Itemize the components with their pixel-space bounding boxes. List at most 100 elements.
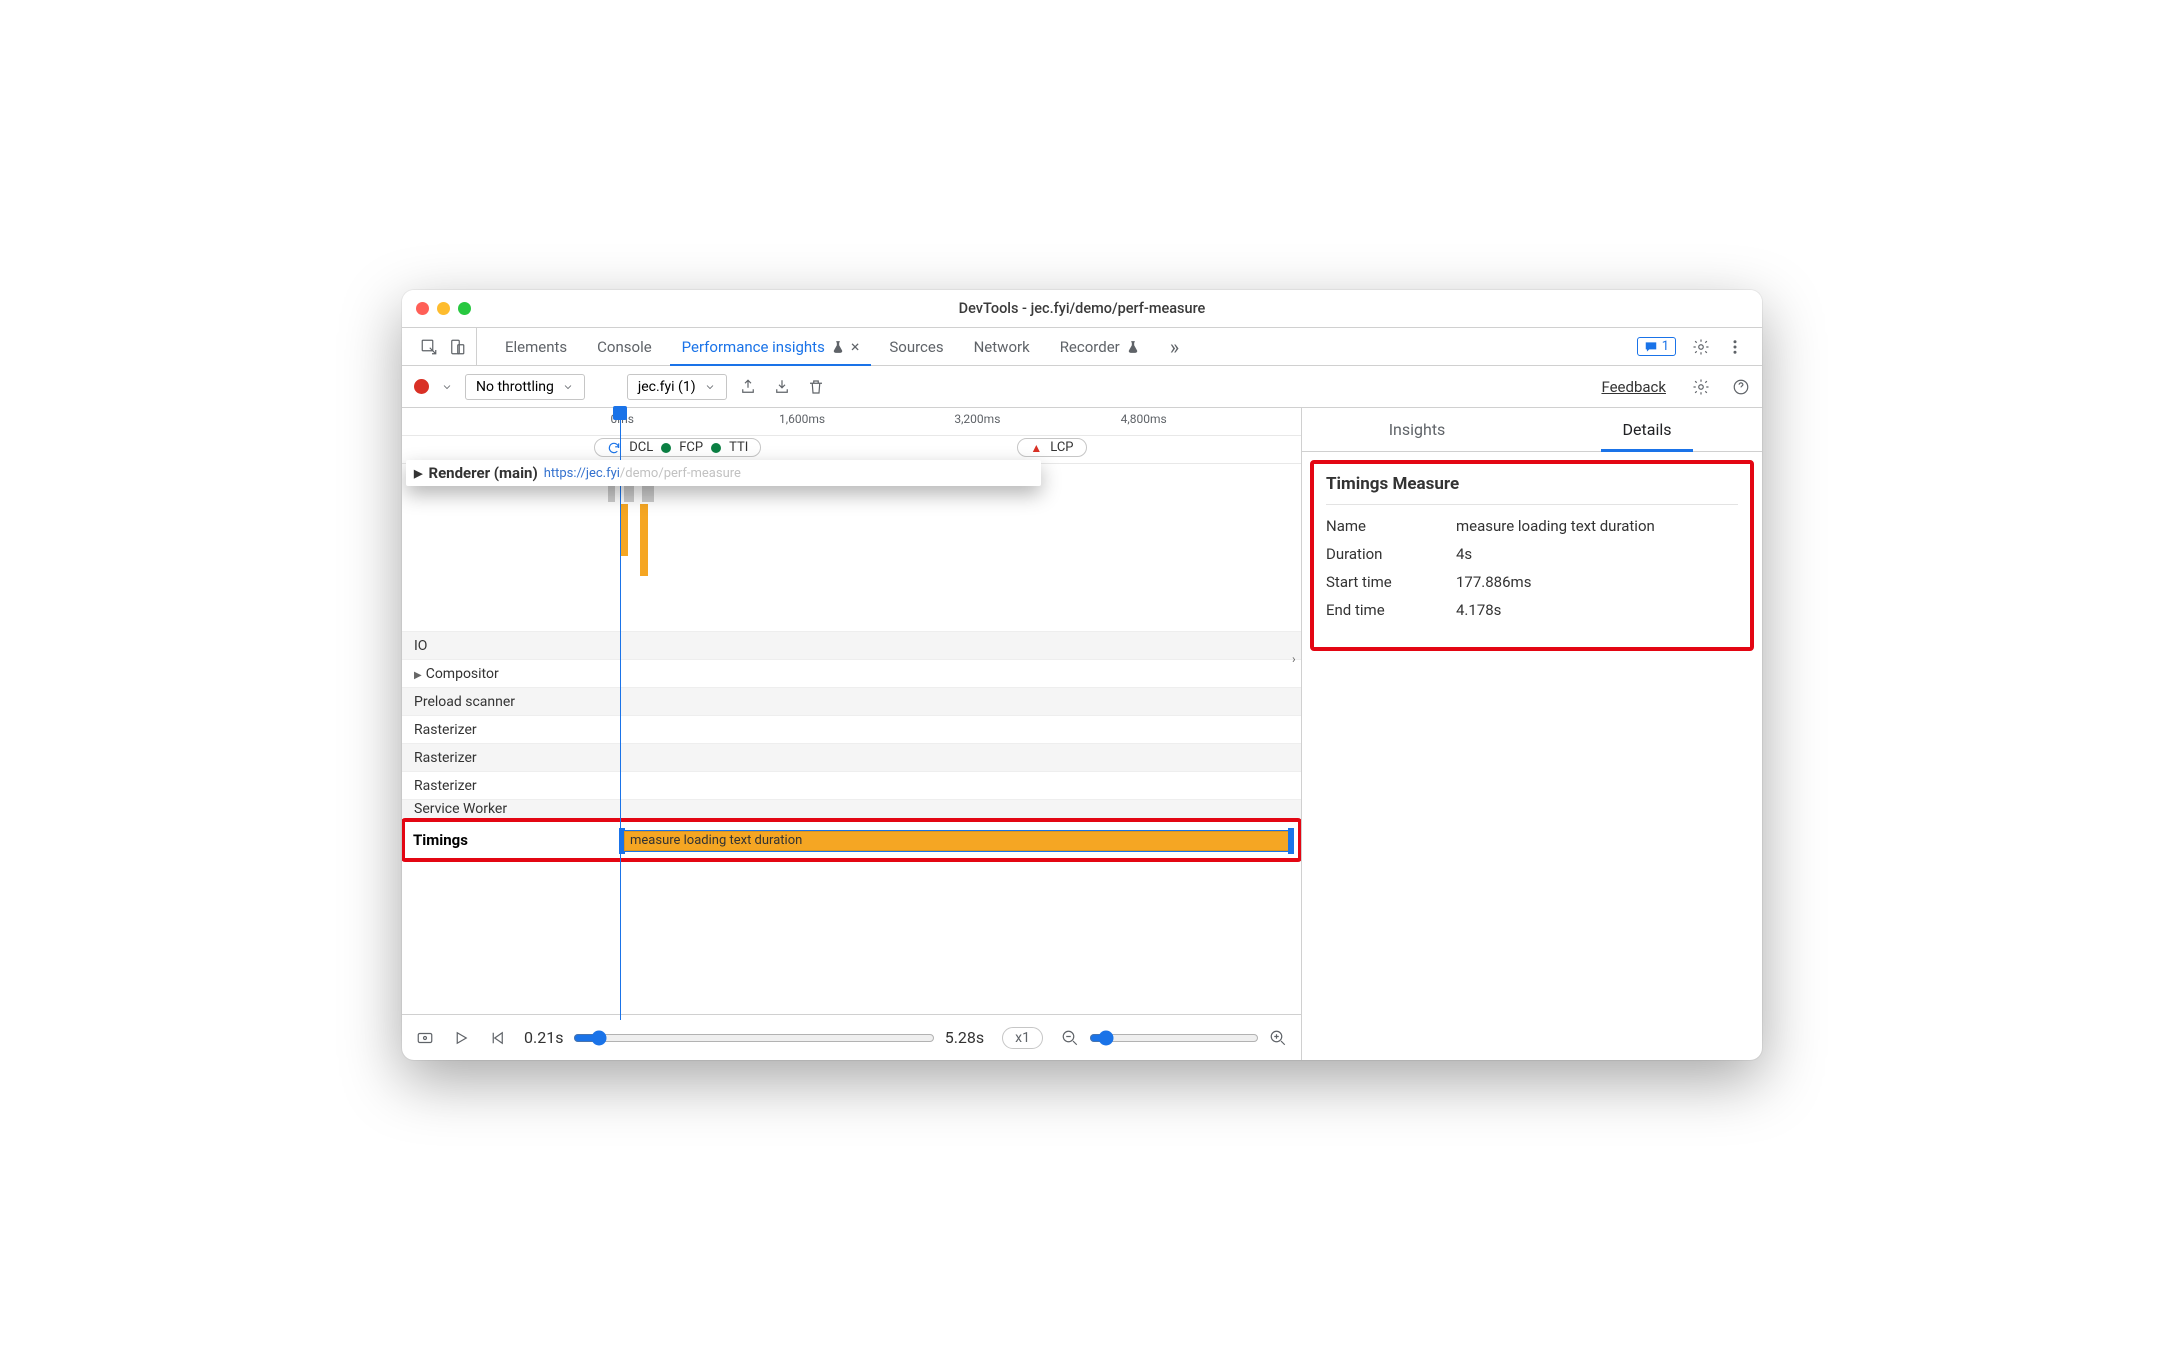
track-preload-scanner[interactable]: Preload scanner [402, 688, 1301, 716]
tab-sources[interactable]: Sources [877, 328, 955, 365]
zoom-window-button[interactable] [458, 302, 471, 315]
collapse-pane-icon[interactable]: › [1292, 652, 1296, 666]
track-label: Preload scanner [402, 694, 602, 710]
record-button[interactable] [414, 379, 429, 394]
detail-value: 4s [1456, 545, 1472, 563]
playback-speed[interactable]: x1 [1002, 1027, 1043, 1049]
chevron-down-icon [704, 381, 716, 393]
detail-row: Duration 4s [1326, 545, 1738, 563]
tab-insights[interactable]: Insights [1302, 408, 1532, 451]
tab-console[interactable]: Console [585, 328, 664, 365]
tabs-overflow[interactable]: » [1158, 328, 1191, 365]
minimize-window-button[interactable] [437, 302, 450, 315]
dot-icon [711, 443, 721, 453]
screenshot-toggle-icon[interactable] [416, 1029, 434, 1047]
detail-key: Name [1326, 517, 1456, 535]
delete-icon[interactable] [807, 378, 825, 396]
time-ruler[interactable]: 0ms 1,600ms 3,200ms 4,800ms [402, 408, 1301, 436]
ruler-tick: 1,600ms [779, 412, 825, 426]
ruler-tick: 4,800ms [1121, 412, 1167, 426]
flask-icon [831, 340, 845, 354]
zoom-out-icon[interactable] [1061, 1029, 1079, 1047]
tracks[interactable]: Main IO ▶Compositor Preload s [402, 464, 1301, 1014]
tab-network[interactable]: Network [962, 328, 1042, 365]
panel-tabs: Elements Console Performance insights × … [402, 328, 1762, 366]
feedback-link[interactable]: Feedback [1601, 378, 1666, 396]
chevron-down-icon [562, 381, 574, 393]
tab-label: Performance insights [682, 338, 825, 356]
timings-measure-bar[interactable]: measure loading text duration [623, 830, 1290, 852]
detail-key: Start time [1326, 573, 1456, 591]
details-box: Timings Measure Name measure loading tex… [1310, 460, 1754, 651]
flask-icon [1126, 340, 1140, 354]
devtools-window: DevTools - jec.fyi/demo/perf-measure Ele… [402, 290, 1762, 1060]
titlebar: DevTools - jec.fyi/demo/perf-measure [402, 290, 1762, 328]
details-pane: Insights Details › Timings Measure Name … [1302, 408, 1762, 1060]
tab-label: Sources [889, 338, 943, 356]
playhead-handle[interactable] [613, 406, 627, 420]
skip-to-start-icon[interactable] [488, 1029, 506, 1047]
detail-row: Name measure loading text duration [1326, 517, 1738, 535]
range-input[interactable] [573, 1030, 934, 1046]
flame-bar[interactable] [620, 504, 628, 556]
renderer-url: https://jec.fyi/demo/perf-measure [544, 466, 741, 481]
message-icon [1644, 340, 1658, 354]
dock-controls [410, 328, 477, 365]
main-area: 0ms 1,600ms 3,200ms 4,800ms DCL FCP TTI … [402, 408, 1762, 1060]
tab-label: Network [974, 338, 1030, 356]
tab-performance-insights[interactable]: Performance insights × [670, 328, 872, 365]
import-icon[interactable] [773, 378, 791, 396]
settings-icon[interactable] [1692, 338, 1710, 356]
track-compositor[interactable]: ▶Compositor [402, 660, 1301, 688]
window-title: DevTools - jec.fyi/demo/perf-measure [402, 300, 1762, 317]
measure-end-handle[interactable] [1288, 828, 1294, 854]
details-tabs: Insights Details [1302, 408, 1762, 452]
metric-label: TTI [729, 440, 748, 455]
detail-row: End time 4.178s [1326, 601, 1738, 619]
track-io[interactable]: IO [402, 632, 1301, 660]
track-canvas[interactable] [602, 464, 1301, 631]
track-label: Rasterizer [402, 778, 602, 794]
kebab-menu-icon[interactable] [1726, 338, 1744, 356]
tab-elements[interactable]: Elements [493, 328, 579, 365]
zoom-slider[interactable] [1089, 1030, 1259, 1046]
tab-label: Console [597, 338, 652, 356]
metric-pill-lcp[interactable]: ▲ LCP [1017, 438, 1086, 457]
issues-count: 1 [1662, 339, 1669, 354]
ruler-tick: 3,200ms [954, 412, 1000, 426]
track-timings[interactable]: Timings measure loading text duration [402, 818, 1301, 862]
tabs-right-icons: 1 [1637, 337, 1754, 356]
insights-toolbar: No throttling jec.fyi (1) Feedback [402, 366, 1762, 408]
track-service-worker[interactable]: Service Worker [402, 800, 1301, 818]
issues-badge[interactable]: 1 [1637, 337, 1676, 356]
inspect-element-icon[interactable] [420, 338, 438, 356]
zoom-controls [1061, 1029, 1287, 1047]
close-window-button[interactable] [416, 302, 429, 315]
device-toggle-icon[interactable] [448, 338, 466, 356]
play-icon[interactable] [452, 1029, 470, 1047]
flame-bar[interactable] [640, 504, 648, 576]
time-range-slider[interactable]: 0.21s 5.28s [524, 1028, 984, 1047]
record-menu-chevron-icon[interactable] [441, 381, 453, 393]
metric-label: FCP [679, 440, 703, 455]
capture-select[interactable]: jec.fyi (1) [627, 374, 727, 400]
export-icon[interactable] [739, 378, 757, 396]
track-rasterizer[interactable]: Rasterizer [402, 744, 1301, 772]
zoom-in-icon[interactable] [1269, 1029, 1287, 1047]
tab-details[interactable]: Details [1532, 408, 1762, 451]
track-rasterizer[interactable]: Rasterizer [402, 716, 1301, 744]
track-label: Timings [405, 831, 605, 849]
detail-value: 177.886ms [1456, 573, 1531, 591]
timeline-pane[interactable]: 0ms 1,600ms 3,200ms 4,800ms DCL FCP TTI … [402, 408, 1302, 1060]
track-rasterizer[interactable]: Rasterizer [402, 772, 1301, 800]
close-tab-icon[interactable]: × [851, 337, 860, 356]
throttle-select[interactable]: No throttling [465, 374, 585, 400]
dot-icon [661, 443, 671, 453]
renderer-header-overlay: ▶ Renderer (main) https://jec.fyi/demo/p… [406, 460, 1041, 486]
timings-canvas[interactable]: measure loading text duration [605, 822, 1298, 858]
panel-settings-icon[interactable] [1692, 378, 1710, 396]
track-main[interactable]: Main [402, 464, 1301, 632]
track-label: IO [402, 638, 602, 654]
tab-recorder[interactable]: Recorder [1048, 328, 1152, 365]
help-icon[interactable] [1732, 378, 1750, 396]
